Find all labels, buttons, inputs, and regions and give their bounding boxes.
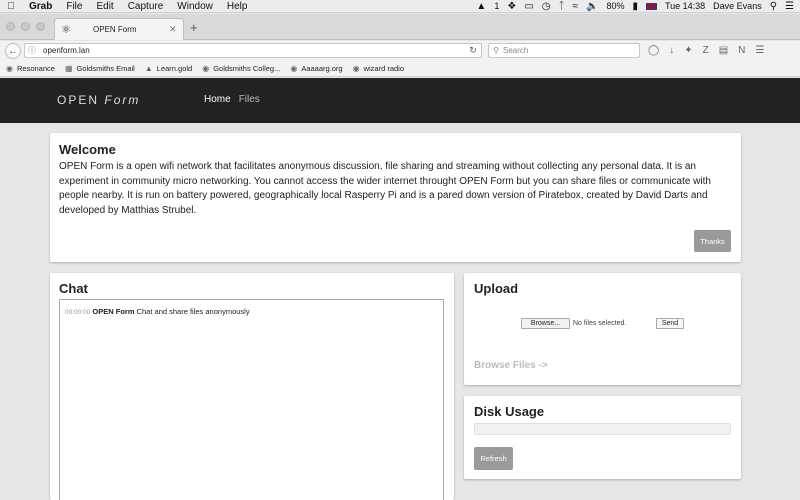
browser-tab[interactable]: ⚛ OPEN Form ✕ xyxy=(54,18,184,40)
globe-icon: ◉ xyxy=(290,64,298,73)
volume-icon[interactable]: 🔈 xyxy=(586,0,598,13)
chat-title: Chat xyxy=(59,281,88,296)
uk-flag-icon[interactable] xyxy=(645,2,657,10)
nav-home-link[interactable]: Home xyxy=(204,94,231,105)
airplay-icon[interactable]: ▭ xyxy=(524,0,533,13)
browser-nav-bar: ← ⓘ openform.lan ↻ ⚲ Search ◯ ↓ ✦ Z ▤ N … xyxy=(0,41,800,61)
extension-icon[interactable]: ✦ xyxy=(684,45,692,56)
microsoft-icon: ▦ xyxy=(64,64,73,73)
thanks-button[interactable]: Thanks xyxy=(694,230,731,252)
zotero-icon[interactable]: Z xyxy=(703,45,709,56)
bookmark-goldsmiths-email[interactable]: ▦ Goldsmiths Email xyxy=(65,64,135,73)
address-bar[interactable]: ⓘ openform.lan ↻ xyxy=(24,43,482,58)
note-icon[interactable]: N xyxy=(738,45,745,56)
download-icon[interactable]: ↓ xyxy=(669,45,674,56)
os-menu-bar:  Grab File Edit Capture Window Help ▲ 1… xyxy=(0,0,800,13)
adobe-icon[interactable]: ▲ xyxy=(476,0,486,13)
globe-icon: ◉ xyxy=(352,64,360,73)
file-status: No files selected. xyxy=(573,320,627,327)
welcome-title: Welcome xyxy=(59,142,116,157)
wifi-icon[interactable]: ≈ xyxy=(572,0,578,13)
site-favicon-icon: ⚛ xyxy=(61,24,71,36)
search-input[interactable]: ⚲ Search xyxy=(488,43,640,58)
menu-file[interactable]: File xyxy=(59,0,89,13)
moodle-icon: ▲ xyxy=(144,64,153,73)
disk-usage-panel: Disk Usage Refresh xyxy=(464,396,741,479)
welcome-panel: Welcome OPEN Form is a open wifi network… xyxy=(50,133,741,262)
hamburger-menu-icon[interactable]: ☰ xyxy=(755,45,764,56)
bookmark-resonance[interactable]: ◉ Resonance xyxy=(6,64,55,73)
search-icon: ⚲ xyxy=(493,46,499,55)
globe-icon: ◉ xyxy=(6,64,13,73)
tab-title: OPEN Form xyxy=(93,25,137,34)
tab-close-icon[interactable]: ✕ xyxy=(169,24,183,35)
menu-capture[interactable]: Capture xyxy=(121,0,171,13)
user-name[interactable]: Dave Evans xyxy=(713,1,762,11)
disk-usage-bar xyxy=(474,423,731,435)
battery-icon: ▮ xyxy=(632,0,638,12)
browse-file-button[interactable]: Browse... xyxy=(521,318,570,329)
send-button[interactable]: Send xyxy=(656,318,684,329)
globe-icon: ◉ xyxy=(202,64,210,73)
notification-center-icon[interactable]: ☰ xyxy=(785,0,794,13)
search-placeholder: Search xyxy=(503,46,529,55)
message-nick: OPEN Form xyxy=(92,307,135,316)
nav-files-link[interactable]: Files xyxy=(239,94,260,105)
spotlight-icon[interactable]: ⚲ xyxy=(770,0,777,13)
info-icon[interactable]: ⓘ xyxy=(25,45,39,56)
bookmark-wizard-radio[interactable]: ◉ wizard radio xyxy=(353,64,404,73)
new-tab-icon[interactable]: + xyxy=(190,20,198,35)
bluetooth-icon[interactable]: ᛏ xyxy=(558,0,564,13)
bookmark-goldsmiths-college[interactable]: ◉ Goldsmiths Colleg... xyxy=(202,64,280,73)
site-navbar: OPEN Form Home Files xyxy=(0,78,800,123)
bookmark-aaaaarg[interactable]: ◉ Aaaaarg.org xyxy=(290,64,342,73)
chat-log[interactable]: 00:00:00 OPEN Form Chat and share files … xyxy=(59,299,444,500)
message-text: Chat and share files anonymously xyxy=(136,307,250,316)
message-time: 00:00:00 xyxy=(65,309,91,316)
apple-icon[interactable]:  xyxy=(0,1,22,12)
site-nav-links: Home Files xyxy=(204,94,260,105)
menu-window[interactable]: Window xyxy=(170,0,220,13)
notification-count: 1 xyxy=(494,1,500,11)
window-controls xyxy=(6,22,45,31)
pocket-icon[interactable]: ◯ xyxy=(648,45,659,56)
zoom-window-button[interactable] xyxy=(36,22,45,31)
chat-panel: Chat 00:00:00 OPEN Form Chat and share f… xyxy=(50,273,454,500)
bookmark-learn-gold[interactable]: ▲ Learn.gold xyxy=(145,64,192,73)
dropbox-icon[interactable]: ❖ xyxy=(507,0,516,13)
status-area: ▲ 1 ❖ ▭ ◷ ᛏ ≈ 🔈 80% ▮ Tue 14:38 Dave Eva… xyxy=(476,0,800,13)
back-arrow-icon[interactable]: ← xyxy=(5,43,21,59)
menu-help[interactable]: Help xyxy=(220,0,255,13)
url-text[interactable]: openform.lan xyxy=(39,46,465,55)
reader-icon[interactable]: ▤ xyxy=(719,45,728,56)
menu-edit[interactable]: Edit xyxy=(89,0,120,13)
upload-title: Upload xyxy=(474,281,519,296)
close-window-button[interactable] xyxy=(6,22,15,31)
bookmarks-bar: ◉ Resonance ▦ Goldsmiths Email ▲ Learn.gold… xyxy=(0,61,800,77)
browser-tab-bar: ⚛ OPEN Form ✕ + xyxy=(0,14,800,40)
battery-percent[interactable]: 80% xyxy=(606,1,624,11)
menu-app-name[interactable]: Grab xyxy=(22,0,59,13)
browse-files-link[interactable]: Browse Files -> xyxy=(474,360,548,371)
chat-message: 00:00:00 OPEN Form Chat and share files … xyxy=(65,307,250,316)
toolbar-icons: ◯ ↓ ✦ Z ▤ N ☰ xyxy=(648,43,764,58)
site-brand[interactable]: OPEN Form xyxy=(57,93,140,107)
refresh-button[interactable]: Refresh xyxy=(474,447,513,470)
time-machine-icon[interactable]: ◷ xyxy=(542,0,551,13)
welcome-text: OPEN Form is a open wifi network that fa… xyxy=(59,161,711,216)
upload-panel: Upload Browse... No files selected. Send… xyxy=(464,273,741,385)
reload-icon[interactable]: ↻ xyxy=(465,45,481,56)
minimize-window-button[interactable] xyxy=(21,22,30,31)
clock[interactable]: Tue 14:38 xyxy=(665,1,705,11)
disk-usage-title: Disk Usage xyxy=(474,404,545,419)
